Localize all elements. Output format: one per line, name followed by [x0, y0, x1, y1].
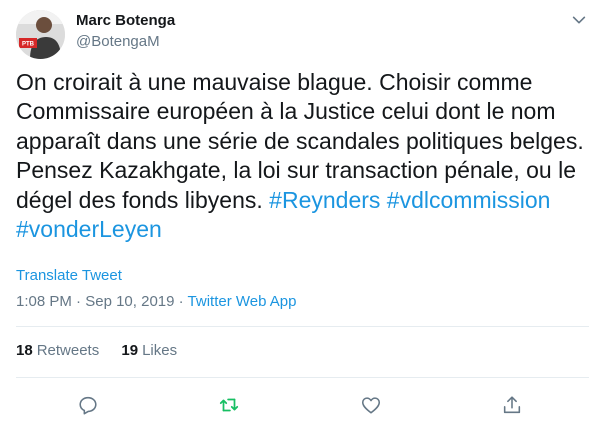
chevron-down-icon [572, 16, 586, 24]
tweet-source-link[interactable]: Twitter Web App [188, 293, 297, 310]
author-handle[interactable]: @BotengaM [76, 32, 175, 52]
reply-button[interactable] [74, 391, 102, 419]
avatar-image: PTB [16, 10, 65, 59]
like-button[interactable] [357, 391, 385, 419]
hashtag-link[interactable]: #vonderLeyen [16, 216, 162, 242]
avatar-logo-text: PTB [22, 42, 35, 48]
heart-icon [361, 397, 381, 414]
author-display-name[interactable]: Marc Botenga [76, 12, 175, 30]
divider [16, 377, 589, 378]
avatar[interactable]: PTB [16, 10, 65, 59]
share-icon [503, 396, 521, 414]
retweet-icon [219, 398, 239, 412]
tweet-text: On croirait à une mauvaise blague. Chois… [16, 68, 589, 244]
likes-label: Likes [142, 342, 178, 359]
meta-separator: · [71, 293, 86, 310]
tweet-meta: 1:08 PM · Sep 10, 2019 · Twitter Web App [16, 293, 296, 310]
tweet-header: PTB Marc Botenga @BotengaM [16, 10, 589, 60]
likes-count: 19 [121, 342, 139, 359]
author-names: Marc Botenga @BotengaM [76, 12, 175, 52]
retweets-stat[interactable]: 18 Retweets [16, 342, 99, 359]
meta-separator: · [174, 293, 188, 310]
tweet-date[interactable]: Sep 10, 2019 [85, 293, 174, 310]
more-options-button[interactable] [569, 10, 589, 30]
tweet-time[interactable]: 1:08 PM [16, 293, 72, 310]
tweet-stats: 18 Retweets 19 Likes [16, 342, 195, 359]
reply-icon [79, 396, 97, 415]
retweet-button[interactable] [215, 391, 243, 419]
likes-stat[interactable]: 19 Likes [121, 342, 177, 359]
retweets-count: 18 [16, 342, 33, 359]
retweets-label: Retweets [36, 342, 100, 359]
hashtag-link[interactable]: #vdlcommission [387, 187, 551, 213]
share-button[interactable] [498, 391, 526, 419]
tweet-actions [0, 391, 605, 419]
hashtag-link[interactable]: #Reynders [269, 187, 380, 213]
tweet-card: PTB Marc Botenga @BotengaM On croirait à… [0, 0, 605, 431]
translate-tweet-link[interactable]: Translate Tweet [16, 267, 122, 284]
divider [16, 326, 589, 327]
